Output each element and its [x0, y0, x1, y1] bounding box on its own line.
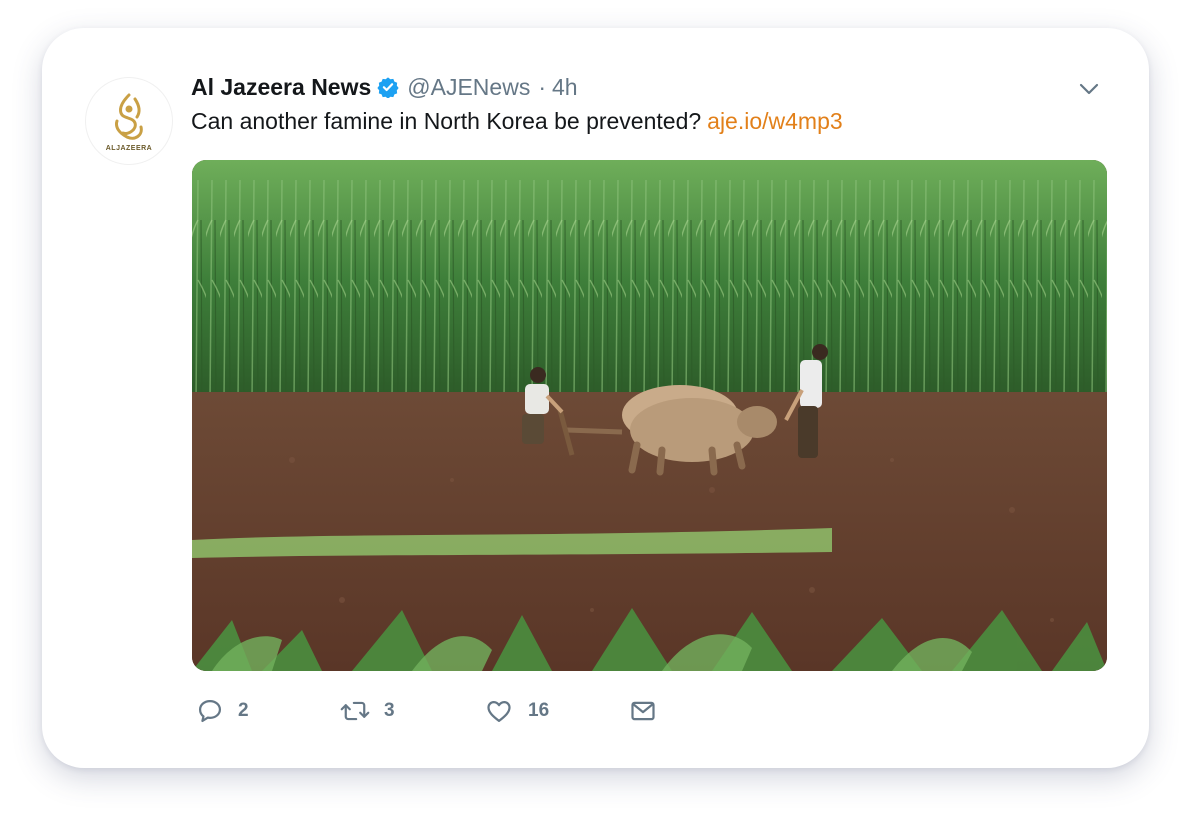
display-name[interactable]: Al Jazeera News: [191, 74, 371, 101]
direct-message-button[interactable]: [628, 694, 658, 728]
photo-plowing-field-icon: [192, 160, 1107, 671]
envelope-icon: [631, 701, 655, 721]
like-button[interactable]: 16: [484, 694, 549, 728]
avatar-wordmark: ALJAZEERA: [105, 144, 153, 152]
reply-button[interactable]: 2: [196, 694, 249, 728]
tweet-text: Can another famine in North Korea be pre…: [191, 108, 843, 135]
timestamp[interactable]: 4h: [552, 74, 578, 101]
tweet-media-image[interactable]: [192, 160, 1107, 671]
handle[interactable]: @AJENews: [407, 74, 530, 101]
tweet-header: Al Jazeera News @AJENews · 4h: [191, 72, 578, 102]
tweet-body: Can another famine in North Korea be pre…: [191, 108, 702, 134]
retweet-button[interactable]: 3: [340, 694, 395, 728]
tweet-link[interactable]: aje.io/w4mp3: [707, 108, 843, 134]
al-jazeera-logo-icon: [115, 93, 143, 140]
reply-icon: [198, 699, 222, 723]
chevron-down-icon[interactable]: [1076, 76, 1102, 102]
separator-dot: ·: [538, 73, 546, 100]
retweet-count: 3: [384, 700, 395, 721]
avatar[interactable]: ALJAZEERA: [86, 78, 172, 164]
retweet-icon: [340, 701, 370, 721]
heart-icon: [487, 701, 511, 723]
tweet-actions: 2 3 16: [196, 694, 696, 728]
like-count: 16: [528, 700, 550, 721]
verified-badge-icon: [377, 76, 399, 98]
reply-count: 2: [238, 700, 249, 721]
